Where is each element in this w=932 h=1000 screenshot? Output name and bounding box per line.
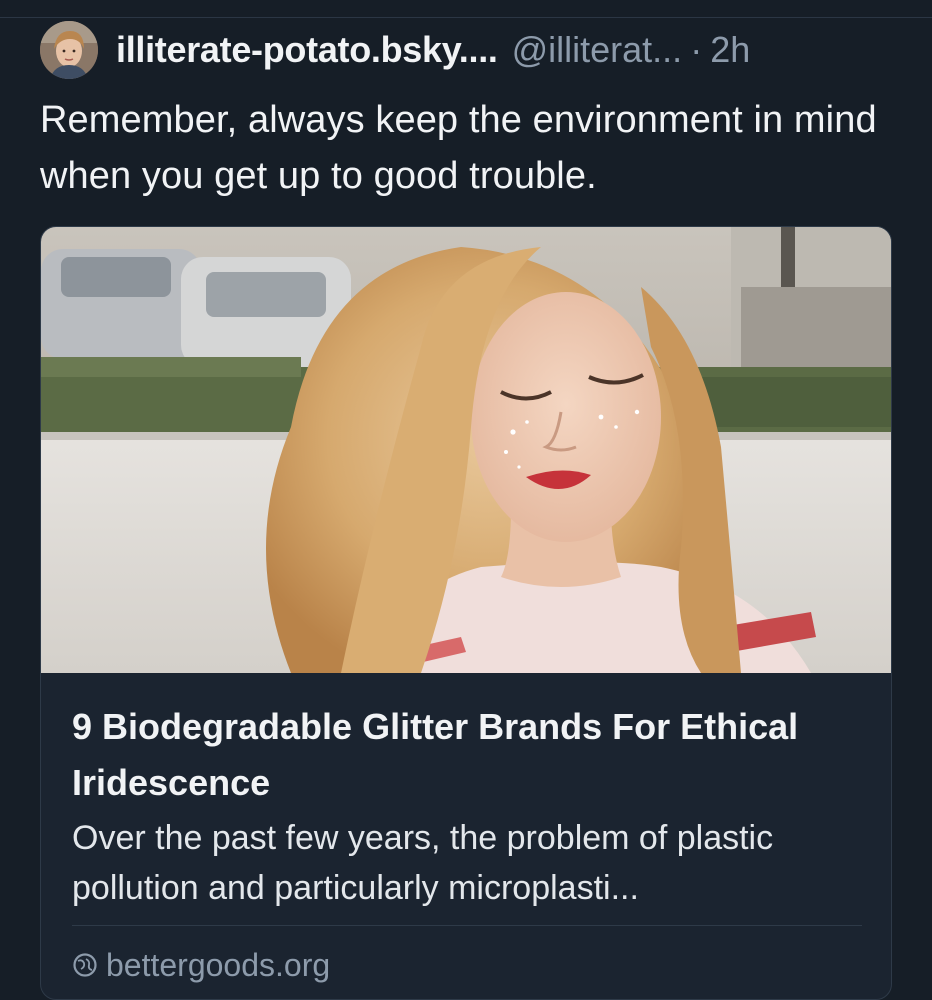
post-timestamp[interactable]: 2h <box>710 29 750 71</box>
globe-icon <box>73 953 97 977</box>
avatar[interactable] <box>40 21 98 79</box>
link-card-title[interactable]: 9 Biodegradable Glitter Brands For Ethic… <box>72 699 862 811</box>
post[interactable]: illiterate-potato.bsky.... @illiterat...… <box>0 0 932 1000</box>
link-card[interactable]: 9 Biodegradable Glitter Brands For Ethic… <box>40 226 892 1000</box>
post-text: Remember, always keep the environment in… <box>40 99 877 197</box>
user-handle[interactable]: @illiterat... <box>512 29 683 71</box>
link-card-domain-label: bettergoods.org <box>106 946 331 983</box>
display-name[interactable]: illiterate-potato.bsky.... <box>116 29 498 71</box>
link-card-domain[interactable]: bettergoods.org <box>72 943 330 987</box>
link-card-divider <box>72 925 862 926</box>
meta-separator: · <box>690 29 703 70</box>
link-card-thumbnail[interactable] <box>41 227 892 673</box>
post-header: illiterate-potato.bsky.... @illiterat...… <box>40 21 750 79</box>
top-divider <box>0 17 932 18</box>
link-card-description: Over the past few years, the problem of … <box>72 819 774 907</box>
